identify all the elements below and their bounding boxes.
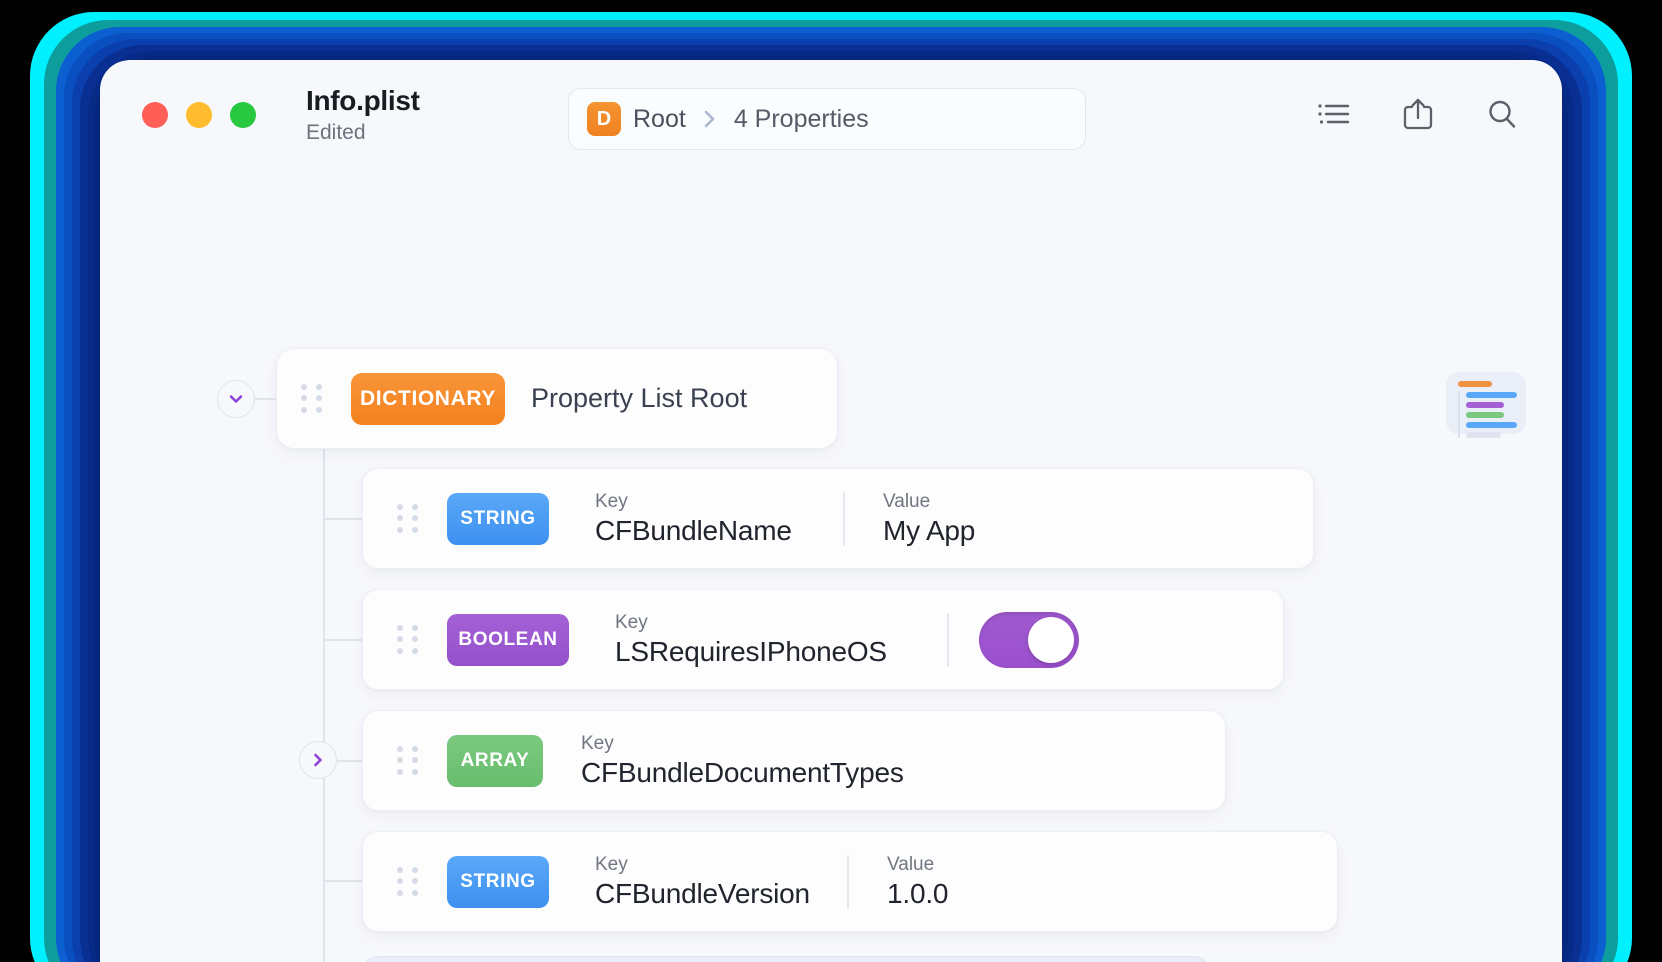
screen: Info.plist Edited D Root 4 Properties bbox=[0, 0, 1662, 962]
drag-handle-icon[interactable] bbox=[301, 384, 325, 414]
key-caption: Key bbox=[615, 612, 947, 634]
toggle-knob bbox=[1028, 617, 1074, 663]
key-value[interactable]: CFBundleVersion bbox=[595, 878, 847, 910]
key-caption: Key bbox=[595, 491, 843, 513]
key-value[interactable]: LSRequiresIPhoneOS bbox=[615, 636, 947, 668]
key-caption: Key bbox=[595, 854, 847, 876]
title-bar: Info.plist Edited D Root 4 Properties bbox=[100, 60, 1562, 170]
value-caption: Value bbox=[887, 854, 948, 876]
dictionary-badge-icon: D bbox=[587, 102, 621, 136]
boolean-toggle-switch[interactable] bbox=[979, 612, 1079, 668]
field-divider bbox=[843, 492, 845, 546]
tree-row-lsrequiresiphoneos[interactable]: BOOLEAN Key LSRequiresIPhoneOS bbox=[362, 589, 1284, 690]
tree-connector-vertical bbox=[323, 438, 325, 962]
value-value[interactable]: My App bbox=[883, 515, 975, 547]
type-badge-array[interactable]: ARRAY bbox=[447, 735, 543, 787]
tree-connector-1 bbox=[323, 518, 363, 520]
minimap-bar-boolean bbox=[1466, 402, 1504, 408]
value-value[interactable]: 1.0.0 bbox=[887, 878, 948, 910]
key-field-cfbundledocumenttypes[interactable]: Key CFBundleDocumentTypes bbox=[581, 733, 904, 789]
breadcrumb-root[interactable]: Root bbox=[633, 105, 686, 134]
minimap-bars bbox=[1466, 392, 1517, 438]
type-badge-dictionary[interactable]: DICTIONARY bbox=[351, 373, 505, 425]
document-title: Info.plist bbox=[306, 85, 420, 117]
tree-row-cfbundleversion[interactable]: STRING Key CFBundleVersion Value 1.0.0 bbox=[362, 831, 1338, 932]
document-meta: Info.plist Edited bbox=[306, 85, 420, 144]
drag-handle-icon[interactable] bbox=[397, 746, 421, 776]
key-field-lsrequiresiphoneos[interactable]: Key LSRequiresIPhoneOS bbox=[615, 612, 947, 668]
list-view-button[interactable] bbox=[1310, 90, 1358, 138]
tree-connector-3 bbox=[337, 760, 363, 762]
minimap-body bbox=[1458, 392, 1517, 438]
key-field-cfbundlename[interactable]: Key CFBundleName bbox=[595, 491, 843, 547]
document-minimap[interactable] bbox=[1446, 372, 1526, 434]
value-field-cfbundlename[interactable]: Value My App bbox=[883, 491, 975, 547]
zoom-window-button[interactable] bbox=[230, 102, 256, 128]
minimap-root-bar bbox=[1458, 381, 1492, 387]
close-window-button[interactable] bbox=[142, 102, 168, 128]
traffic-lights bbox=[142, 102, 256, 128]
field-divider bbox=[847, 855, 849, 909]
drag-handle-icon[interactable] bbox=[397, 867, 421, 897]
array-disclosure-toggle[interactable] bbox=[299, 741, 337, 779]
tree-row-cfbundledocumenttypes[interactable]: ARRAY Key CFBundleDocumentTypes bbox=[362, 710, 1226, 811]
minimap-bar-array bbox=[1466, 412, 1504, 418]
document-status: Edited bbox=[306, 121, 420, 145]
app-window: Info.plist Edited D Root 4 Properties bbox=[100, 60, 1562, 962]
type-badge-string[interactable]: STRING bbox=[447, 856, 549, 908]
minimize-window-button[interactable] bbox=[186, 102, 212, 128]
root-label[interactable]: Property List Root bbox=[531, 383, 747, 414]
breadcrumb-count: 4 Properties bbox=[734, 105, 869, 134]
value-caption: Value bbox=[883, 491, 975, 513]
minimap-bar-add bbox=[1466, 432, 1501, 438]
drag-handle-icon[interactable] bbox=[397, 625, 421, 655]
key-field-cfbundleversion[interactable]: Key CFBundleVersion bbox=[595, 854, 847, 910]
share-button[interactable] bbox=[1394, 90, 1442, 138]
chevron-right-icon bbox=[702, 108, 718, 130]
key-caption: Key bbox=[581, 733, 904, 755]
search-button[interactable] bbox=[1478, 90, 1526, 138]
key-value[interactable]: CFBundleDocumentTypes bbox=[581, 757, 904, 789]
tree-connector-4 bbox=[323, 880, 363, 882]
type-badge-boolean[interactable]: BOOLEAN bbox=[447, 614, 569, 666]
add-property-row[interactable]: Add property to Root bbox=[362, 956, 1210, 962]
key-value[interactable]: CFBundleName bbox=[595, 515, 843, 547]
tree-connector-2 bbox=[323, 639, 363, 641]
tree-row-cfbundlename[interactable]: STRING Key CFBundleName Value My App bbox=[362, 468, 1314, 569]
toolbar bbox=[1310, 90, 1526, 138]
tree-row-root[interactable]: DICTIONARY Property List Root bbox=[276, 348, 838, 449]
field-divider bbox=[947, 613, 949, 667]
minimap-bar-string-2 bbox=[1466, 422, 1517, 428]
drag-handle-icon[interactable] bbox=[397, 504, 421, 534]
type-badge-string[interactable]: STRING bbox=[447, 493, 549, 545]
minimap-bar-string bbox=[1466, 392, 1517, 398]
value-field-cfbundleversion[interactable]: Value 1.0.0 bbox=[887, 854, 948, 910]
breadcrumb[interactable]: D Root 4 Properties bbox=[568, 88, 1086, 150]
minimap-rail bbox=[1458, 392, 1460, 438]
root-disclosure-toggle[interactable] bbox=[217, 380, 255, 418]
